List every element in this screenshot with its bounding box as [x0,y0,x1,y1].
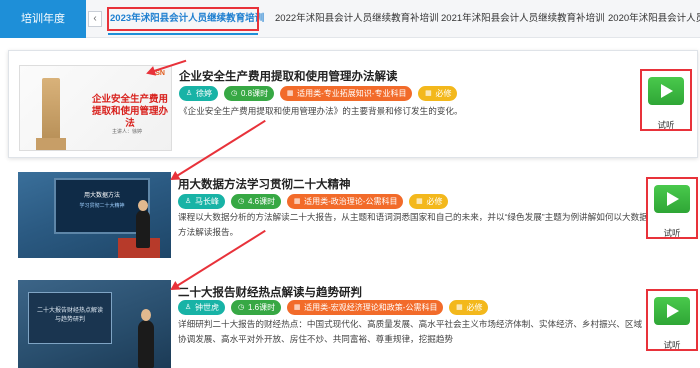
required-badge: ▦ 必修 [418,86,458,101]
tab-2021[interactable]: 2021年沭阳县会计人员继续教育补培训 [441,0,605,38]
clock-icon: ◷ [230,89,238,97]
play-icon[interactable] [654,297,690,325]
play-icon[interactable] [654,185,690,213]
tab-2020[interactable]: 2020年沭阳县会计人员继续教 [608,0,700,38]
required-badge: ▦ 必修 [409,194,449,209]
hours-badge: ◷ 0.8课时 [224,86,275,101]
screen-board: 二十大报告财经热点解读 与趋势研判 [28,292,112,344]
thumbnail-title: 企业安全生产费用提取和使用管理办法 [91,94,168,129]
hours-badge: ◷ 1.6课时 [231,300,282,315]
thumbnail-author: 主讲人：徐婷 [112,129,143,135]
lecturer-figure [138,309,154,368]
course-card[interactable]: 用大数据方法 学习贯彻二十大精神 用大数据方法学习贯彻二十大精神 ♙ 马长峰 ◷ 4… [8,170,698,270]
preview-control[interactable]: 试听 [640,69,692,131]
teacher-name: 马长峰 [195,197,219,206]
teacher-badge: ♙ 钟世虎 [178,300,225,315]
tab-2022[interactable]: 2022年沭阳县会计人员继续教育补培训 [275,0,439,38]
category-badge: ▦ 适用类-政治理论-公需科目 [287,194,404,209]
course-badges: ♙ 钟世虎 ◷ 1.6课时 ▦ 适用类-宏观经济理论和政策-公需科目 ▦ 必修 [178,300,489,315]
lecturer-figure [136,200,150,248]
course-title[interactable]: 用大数据方法学习贯彻二十大精神 [178,176,351,192]
thumbnail-text: 二十大报告财经热点解读 与趋势研判 [29,307,111,325]
hours-value: 4.6课时 [248,197,276,206]
thumbnail-line-1: 用大数据方法 [83,193,120,199]
preview-label[interactable]: 试听 [642,119,690,131]
course-description: 《企业安全生产费用提取和使用管理办法》的主要背景和修订发生的变化。 [179,106,463,116]
teacher-name: 徐婷 [196,89,212,98]
required-badge: ▦ 必修 [449,300,489,315]
grid-icon: ▦ [425,89,432,97]
course-badges: ♙ 马长峰 ◷ 4.6课时 ▦ 适用类-政治理论-公需科目 ▦ 必修 [178,194,449,209]
hours-value: 1.6课时 [248,303,276,312]
chevron-left-icon[interactable]: ‹ [88,11,102,27]
grid-icon: ▦ [293,197,301,205]
tower-illustration [36,78,66,150]
preview-label[interactable]: 试听 [648,339,696,351]
clock-icon: ◷ [237,303,245,311]
training-year-label: 培训年度 [0,0,86,38]
category-value: 适用类-政治理论-公需科目 [304,197,398,206]
required-value: 必修 [435,89,452,98]
category-value: 适用类-专业拓展知识-专业科目 [297,89,407,98]
thumbnail-line-2: 与趋势研判 [54,317,85,323]
course-card[interactable]: SN 企业安全生产费用提取和使用管理办法 主讲人：徐婷 企业安全生产费用提取和使… [8,50,698,158]
grid-icon: ▦ [286,89,294,97]
user-icon: ♙ [185,89,193,97]
course-title[interactable]: 二十大报告财经热点解读与趋势研判 [178,284,362,300]
preview-control[interactable]: 试听 [646,289,698,351]
teacher-badge: ♙ 徐婷 [179,86,218,101]
thumbnail-line-1: 二十大报告财经热点解读 [36,308,103,314]
course-card[interactable]: 二十大报告财经热点解读 与趋势研判 二十大报告财经热点解读与趋势研判 ♙ 钟世虎 ◷… [8,280,698,368]
teacher-badge: ♙ 马长峰 [178,194,225,209]
required-value: 必修 [426,197,443,206]
user-icon: ♙ [184,197,192,205]
thumbnail-line-2: 学习贯彻二十大精神 [79,203,125,209]
year-tab-bar: 培训年度 ‹ 2023年沭阳县会计人员继续教育培训 2022年沭阳县会计人员继续… [0,0,700,38]
grid-icon: ▦ [456,303,463,311]
course-thumbnail[interactable]: 二十大报告财经热点解读 与趋势研判 [18,280,171,368]
active-tab-highlight [107,7,259,31]
play-icon[interactable] [648,77,684,105]
course-description: 课程以大数据分析的方法解读二十大报告，从主题和语词洞悉国家和自己的未来，并以“绿… [178,212,648,237]
teacher-name: 钟世虎 [195,303,219,312]
grid-icon: ▦ [293,303,301,311]
required-value: 必修 [466,303,483,312]
preview-label[interactable]: 试听 [648,227,696,239]
grid-icon: ▦ [416,197,423,205]
hours-value: 0.8课时 [241,89,269,98]
active-tab-underline [108,33,258,35]
category-value: 适用类-宏观经济理论和政策-公需科目 [304,303,438,312]
user-icon: ♙ [184,303,192,311]
course-description: 详细研判二十大报告的财经热点：中国式现代化、高质量发展、高水平社会主义市场经济体… [178,319,643,344]
course-thumbnail[interactable]: 用大数据方法 学习贯彻二十大精神 [18,172,171,258]
course-badges: ♙ 徐婷 ◷ 0.8课时 ▦ 适用类-专业拓展知识-专业科目 ▦ 必修 [179,86,458,101]
clock-icon: ◷ [237,197,245,205]
preview-control[interactable]: 试听 [646,177,698,239]
category-badge: ▦ 适用类-专业拓展知识-专业科目 [280,86,413,101]
course-title[interactable]: 企业安全生产费用提取和使用管理办法解读 [179,68,398,84]
category-badge: ▦ 适用类-宏观经济理论和政策-公需科目 [287,300,444,315]
hours-badge: ◷ 4.6课时 [231,194,282,209]
